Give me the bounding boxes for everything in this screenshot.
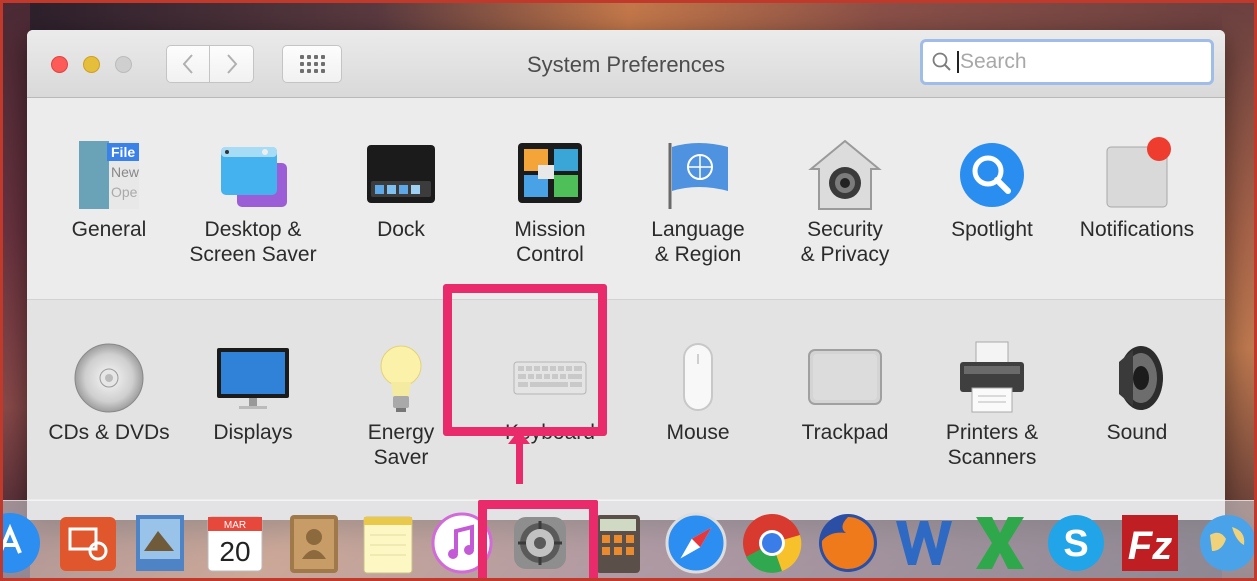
notes-icon [363,516,413,574]
dock: MAR 20 S Fz [0,500,1257,581]
cds-dvds-icon [69,338,149,418]
skype-icon: S [1048,515,1104,571]
remote-desktop-icon [60,517,116,571]
energy-saver-icon [361,338,441,418]
pref-label: Sound [1106,421,1168,444]
desktop-screensaver-icon [213,135,293,215]
svg-text:S: S [1063,523,1088,565]
dock-chrome[interactable] [740,511,804,575]
pref-label: CDs & DVDs [48,421,170,444]
chrome-icon [743,514,802,573]
svg-text:Fz: Fz [1128,524,1172,568]
dock-system-preferences-highlight [478,500,598,581]
dock-skype[interactable]: S [1044,511,1108,575]
dock-safari[interactable] [664,511,728,575]
general-icon: File New Ope [69,135,149,215]
safari-icon [665,512,727,574]
pref-label: Desktop & Screen Saver [189,218,317,266]
preview-icon [136,515,184,571]
dock-icon [361,135,441,215]
search-icon [932,52,951,71]
calendar-month: MAR [224,520,246,531]
general-icon-text-file: File [111,144,135,160]
desktop-wallpaper-top [0,0,1257,30]
pref-label: Language & Region [651,218,745,266]
title-bar: System Preferences [27,30,1225,98]
dock-word[interactable] [892,511,956,575]
pref-language-region[interactable]: Language & Region [628,135,768,267]
spotlight-icon [952,135,1032,215]
pref-label: Spotlight [951,218,1033,241]
contacts-icon [290,515,338,573]
notifications-icon [1097,135,1177,215]
pref-spotlight[interactable]: Spotlight [922,135,1062,242]
dock-calendar[interactable]: MAR 20 [204,511,268,575]
excel-icon [976,517,1024,569]
mouse-icon [658,338,738,418]
desktop-wallpaper-right [1222,0,1257,581]
pref-label: Printers & Scanners [945,421,1039,469]
system-preferences-window: System Preferences File New Ope General [27,30,1225,520]
pref-label: Dock [377,218,425,241]
network-globe-icon [1200,515,1256,571]
keyboard-highlight-box [443,284,607,436]
trackpad-icon [805,338,885,418]
pref-general[interactable]: File New Ope General [39,135,179,242]
preferences-row-hardware: CDs & DVDs Displays Energy Saver Keyboar… [27,299,1225,499]
dock-preview[interactable] [130,511,194,575]
pref-label: Mouse [666,421,730,444]
app-store-icon [0,513,40,573]
pref-printers-scanners[interactable]: Printers & Scanners [922,338,1062,470]
dock-filezilla[interactable]: Fz [1118,511,1182,575]
pref-label: Trackpad [801,421,889,444]
pref-cds-dvds[interactable]: CDs & DVDs [39,338,179,445]
pref-mouse[interactable]: Mouse [628,338,768,445]
calendar-icon: MAR 20 [207,516,263,572]
dock-network[interactable] [1196,511,1257,575]
pref-label: Security & Privacy [800,218,890,266]
desktop-wallpaper-left [0,0,30,581]
pref-displays[interactable]: Displays [183,338,323,445]
preferences-row-personal: File New Ope General Desktop & Screen Sa… [27,99,1225,299]
firefox-icon [819,514,877,572]
general-icon-text-open: Ope [111,184,138,200]
pref-label: Displays [213,421,293,444]
sound-icon [1097,338,1177,418]
search-field[interactable] [920,39,1214,85]
pref-label: General [71,218,147,241]
pref-desktop-screensaver[interactable]: Desktop & Screen Saver [183,135,323,267]
dock-excel[interactable] [968,511,1032,575]
pref-mission-control[interactable]: Mission Control [480,135,620,267]
dock-contacts[interactable] [282,511,346,575]
pref-trackpad[interactable]: Trackpad [775,338,915,445]
printers-scanners-icon [952,338,1032,418]
pref-dock[interactable]: Dock [331,135,471,242]
mission-control-icon [510,135,590,215]
language-region-icon [658,135,738,215]
highlight-arrow [508,430,530,444]
text-caret [957,51,959,73]
security-privacy-icon [805,135,885,215]
pref-notifications[interactable]: Notifications [1067,135,1207,242]
calendar-day: 20 [219,536,250,567]
search-input[interactable] [960,50,1200,74]
pref-security-privacy[interactable]: Security & Privacy [775,135,915,267]
filezilla-icon: Fz [1122,515,1178,571]
dock-firefox[interactable] [816,511,880,575]
pref-sound[interactable]: Sound [1067,338,1207,445]
dock-remote-desktop[interactable] [56,511,120,575]
pref-label: Notifications [1079,218,1195,241]
pref-label: Mission Control [514,218,586,266]
dock-app-store[interactable] [0,511,42,575]
displays-icon [213,338,293,418]
general-icon-text-new: New [111,164,140,180]
word-icon [896,521,952,565]
dock-notes[interactable] [356,511,420,575]
